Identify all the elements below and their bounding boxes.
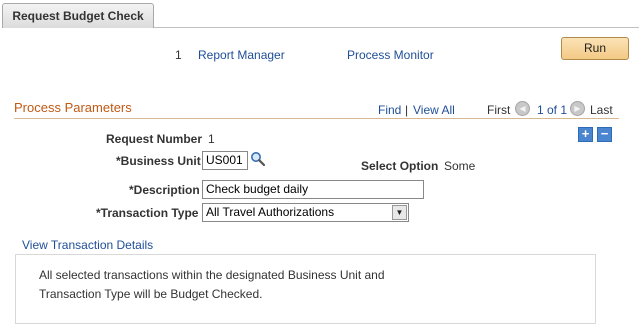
select-option-value: Some	[444, 159, 476, 173]
section-title: Process Parameters	[14, 100, 132, 115]
pager-text: 1 of 1	[537, 103, 568, 117]
details-text: All selected transactions within the des…	[39, 268, 385, 301]
details-box: All selected transactions within the des…	[15, 254, 596, 324]
request-number-label: Request Number	[106, 132, 203, 146]
transaction-type-select[interactable]: All Travel Authorizations ▼	[202, 203, 409, 222]
description-label: *Description	[129, 183, 200, 197]
report-manager-link[interactable]: Report Manager	[198, 48, 285, 62]
plus-icon[interactable]: +	[578, 127, 593, 142]
run-button[interactable]: Run	[561, 37, 629, 60]
view-transaction-details-link[interactable]: View Transaction Details	[22, 238, 153, 252]
description-input[interactable]: Check budget daily	[202, 180, 424, 199]
tab-request-budget-check[interactable]: Request Budget Check	[2, 3, 154, 28]
transaction-type-label: *Transaction Type	[96, 206, 199, 220]
chevron-down-icon[interactable]: ▼	[392, 205, 407, 220]
last-label[interactable]: Last	[590, 103, 613, 117]
business-unit-label: *Business Unit	[116, 154, 201, 168]
find-link[interactable]: Find	[378, 103, 401, 117]
process-monitor-link[interactable]: Process Monitor	[347, 48, 434, 62]
left-arrow-icon[interactable]: ◀	[515, 101, 530, 116]
run-control-count: 1	[175, 48, 182, 62]
section-divider	[14, 118, 619, 119]
nav-separator: |	[405, 103, 409, 117]
right-arrow-icon[interactable]: ▶	[570, 101, 585, 116]
minus-icon[interactable]: −	[597, 127, 612, 142]
select-option-label: Select Option	[361, 159, 439, 173]
transaction-type-value: All Travel Authorizations	[206, 205, 335, 219]
tab-divider	[154, 27, 639, 28]
request-number-value: 1	[208, 132, 215, 146]
business-unit-input[interactable]: US001	[202, 151, 248, 170]
view-all-link[interactable]: View All	[413, 103, 455, 117]
first-label[interactable]: First	[487, 103, 510, 117]
magnifier-icon[interactable]	[250, 151, 266, 167]
